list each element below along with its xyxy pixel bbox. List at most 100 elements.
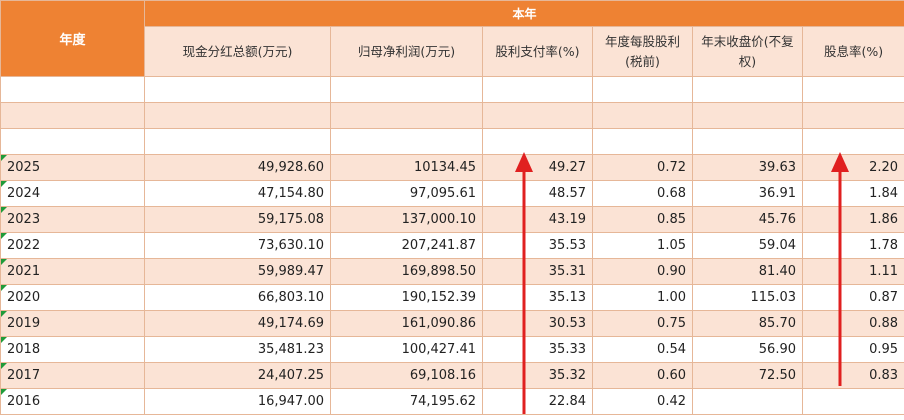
- year-cell[interactable]: 2017: [0, 362, 145, 389]
- dps-cell[interactable]: 0.68: [592, 180, 693, 207]
- dividend-total-cell[interactable]: 49,928.60: [144, 154, 331, 181]
- yield-cell[interactable]: 1.78: [801, 232, 904, 259]
- empty-cell[interactable]: [0, 102, 145, 129]
- empty-cell[interactable]: [692, 128, 803, 155]
- close-price-cell[interactable]: 36.91: [692, 180, 803, 207]
- header-dps[interactable]: 年度每股股利(税前): [592, 26, 693, 77]
- year-cell[interactable]: 2023: [0, 206, 145, 233]
- year-cell[interactable]: 2018: [0, 336, 145, 363]
- dps-cell[interactable]: 0.60: [592, 362, 693, 389]
- empty-cell[interactable]: [801, 102, 904, 129]
- yield-cell[interactable]: 2.20: [801, 154, 904, 181]
- dividend-total-cell[interactable]: 59,989.47: [144, 258, 331, 285]
- net-profit-cell[interactable]: 169,898.50: [330, 258, 483, 285]
- dps-cell[interactable]: 0.54: [592, 336, 693, 363]
- yield-cell[interactable]: 1.86: [801, 206, 904, 233]
- close-price-cell[interactable]: [692, 388, 803, 415]
- empty-cell[interactable]: [801, 76, 904, 103]
- empty-cell[interactable]: [144, 102, 331, 129]
- year-cell[interactable]: 2024: [0, 180, 145, 207]
- dps-cell[interactable]: 1.00: [592, 284, 693, 311]
- dividend-total-cell[interactable]: 35,481.23: [144, 336, 331, 363]
- table-row: 2025 49,928.60 10134.45 49.27 0.72 39.63 2.20: [0, 154, 904, 181]
- empty-cell[interactable]: [330, 76, 483, 103]
- empty-cell[interactable]: [330, 128, 483, 155]
- close-price-cell[interactable]: 85.70: [692, 310, 803, 337]
- dps-cell[interactable]: 0.90: [592, 258, 693, 285]
- empty-cell[interactable]: [144, 128, 331, 155]
- header-close-price[interactable]: 年末收盘价(不复权): [692, 26, 803, 77]
- net-profit-cell[interactable]: 190,152.39: [330, 284, 483, 311]
- empty-cell[interactable]: [592, 102, 693, 129]
- yield-cell[interactable]: 0.88: [801, 310, 904, 337]
- year-cell[interactable]: 2022: [0, 232, 145, 259]
- yield-cell[interactable]: [801, 388, 904, 415]
- payout-ratio-cell[interactable]: 22.84: [482, 388, 593, 415]
- net-profit-cell[interactable]: 74,195.62: [330, 388, 483, 415]
- dps-cell[interactable]: 0.72: [592, 154, 693, 181]
- dps-cell[interactable]: 0.42: [592, 388, 693, 415]
- empty-cell[interactable]: [592, 128, 693, 155]
- yield-cell[interactable]: 0.83: [801, 362, 904, 389]
- close-price-cell[interactable]: 115.03: [692, 284, 803, 311]
- dividend-total-cell[interactable]: 66,803.10: [144, 284, 331, 311]
- dividend-total-cell[interactable]: 47,154.80: [144, 180, 331, 207]
- net-profit-cell[interactable]: 10134.45: [330, 154, 483, 181]
- dividend-total-cell[interactable]: 24,407.25: [144, 362, 331, 389]
- year-cell[interactable]: 2016: [0, 388, 145, 415]
- payout-ratio-cell[interactable]: 35.53: [482, 232, 593, 259]
- net-profit-cell[interactable]: 207,241.87: [330, 232, 483, 259]
- payout-ratio-cell[interactable]: 49.27: [482, 154, 593, 181]
- header-year[interactable]: 年度: [0, 0, 145, 77]
- net-profit-cell[interactable]: 100,427.41: [330, 336, 483, 363]
- header-yield[interactable]: 股息率(%): [801, 26, 904, 77]
- net-profit-cell[interactable]: 161,090.86: [330, 310, 483, 337]
- yield-cell[interactable]: 0.87: [801, 284, 904, 311]
- empty-cell[interactable]: [482, 102, 593, 129]
- header-payout-ratio[interactable]: 股利支付率(%): [482, 26, 593, 77]
- empty-cell[interactable]: [482, 128, 593, 155]
- payout-ratio-cell[interactable]: 35.31: [482, 258, 593, 285]
- empty-cell[interactable]: [144, 76, 331, 103]
- dps-cell[interactable]: 0.75: [592, 310, 693, 337]
- empty-cell[interactable]: [482, 76, 593, 103]
- dps-cell[interactable]: 1.05: [592, 232, 693, 259]
- header-net-profit[interactable]: 归母净利润(万元): [330, 26, 483, 77]
- close-price-cell[interactable]: 56.90: [692, 336, 803, 363]
- year-cell[interactable]: 2025: [0, 154, 145, 181]
- header-group-current-year[interactable]: 本年: [143, 0, 904, 27]
- year-cell[interactable]: 2019: [0, 310, 145, 337]
- empty-cell[interactable]: [592, 76, 693, 103]
- empty-cell[interactable]: [692, 102, 803, 129]
- empty-cell[interactable]: [330, 102, 483, 129]
- close-price-cell[interactable]: 59.04: [692, 232, 803, 259]
- close-price-cell[interactable]: 72.50: [692, 362, 803, 389]
- dividend-total-cell[interactable]: 73,630.10: [144, 232, 331, 259]
- payout-ratio-cell[interactable]: 48.57: [482, 180, 593, 207]
- empty-cell[interactable]: [801, 128, 904, 155]
- payout-ratio-cell[interactable]: 30.53: [482, 310, 593, 337]
- dividend-total-cell[interactable]: 16,947.00: [144, 388, 331, 415]
- empty-cell[interactable]: [0, 128, 145, 155]
- empty-cell[interactable]: [0, 76, 145, 103]
- yield-cell[interactable]: 0.95: [801, 336, 904, 363]
- net-profit-cell[interactable]: 97,095.61: [330, 180, 483, 207]
- net-profit-cell[interactable]: 69,108.16: [330, 362, 483, 389]
- payout-ratio-cell[interactable]: 35.13: [482, 284, 593, 311]
- dividend-total-cell[interactable]: 59,175.08: [144, 206, 331, 233]
- dps-cell[interactable]: 0.85: [592, 206, 693, 233]
- close-price-cell[interactable]: 39.63: [692, 154, 803, 181]
- close-price-cell[interactable]: 81.40: [692, 258, 803, 285]
- yield-cell[interactable]: 1.11: [801, 258, 904, 285]
- dividend-total-cell[interactable]: 49,174.69: [144, 310, 331, 337]
- header-dividend-total[interactable]: 现金分红总额(万元): [144, 26, 331, 77]
- net-profit-cell[interactable]: 137,000.10: [330, 206, 483, 233]
- empty-cell[interactable]: [692, 76, 803, 103]
- close-price-cell[interactable]: 45.76: [692, 206, 803, 233]
- year-cell[interactable]: 2020: [0, 284, 145, 311]
- year-cell[interactable]: 2021: [0, 258, 145, 285]
- payout-ratio-cell[interactable]: 35.32: [482, 362, 593, 389]
- payout-ratio-cell[interactable]: 43.19: [482, 206, 593, 233]
- yield-cell[interactable]: 1.84: [801, 180, 904, 207]
- payout-ratio-cell[interactable]: 35.33: [482, 336, 593, 363]
